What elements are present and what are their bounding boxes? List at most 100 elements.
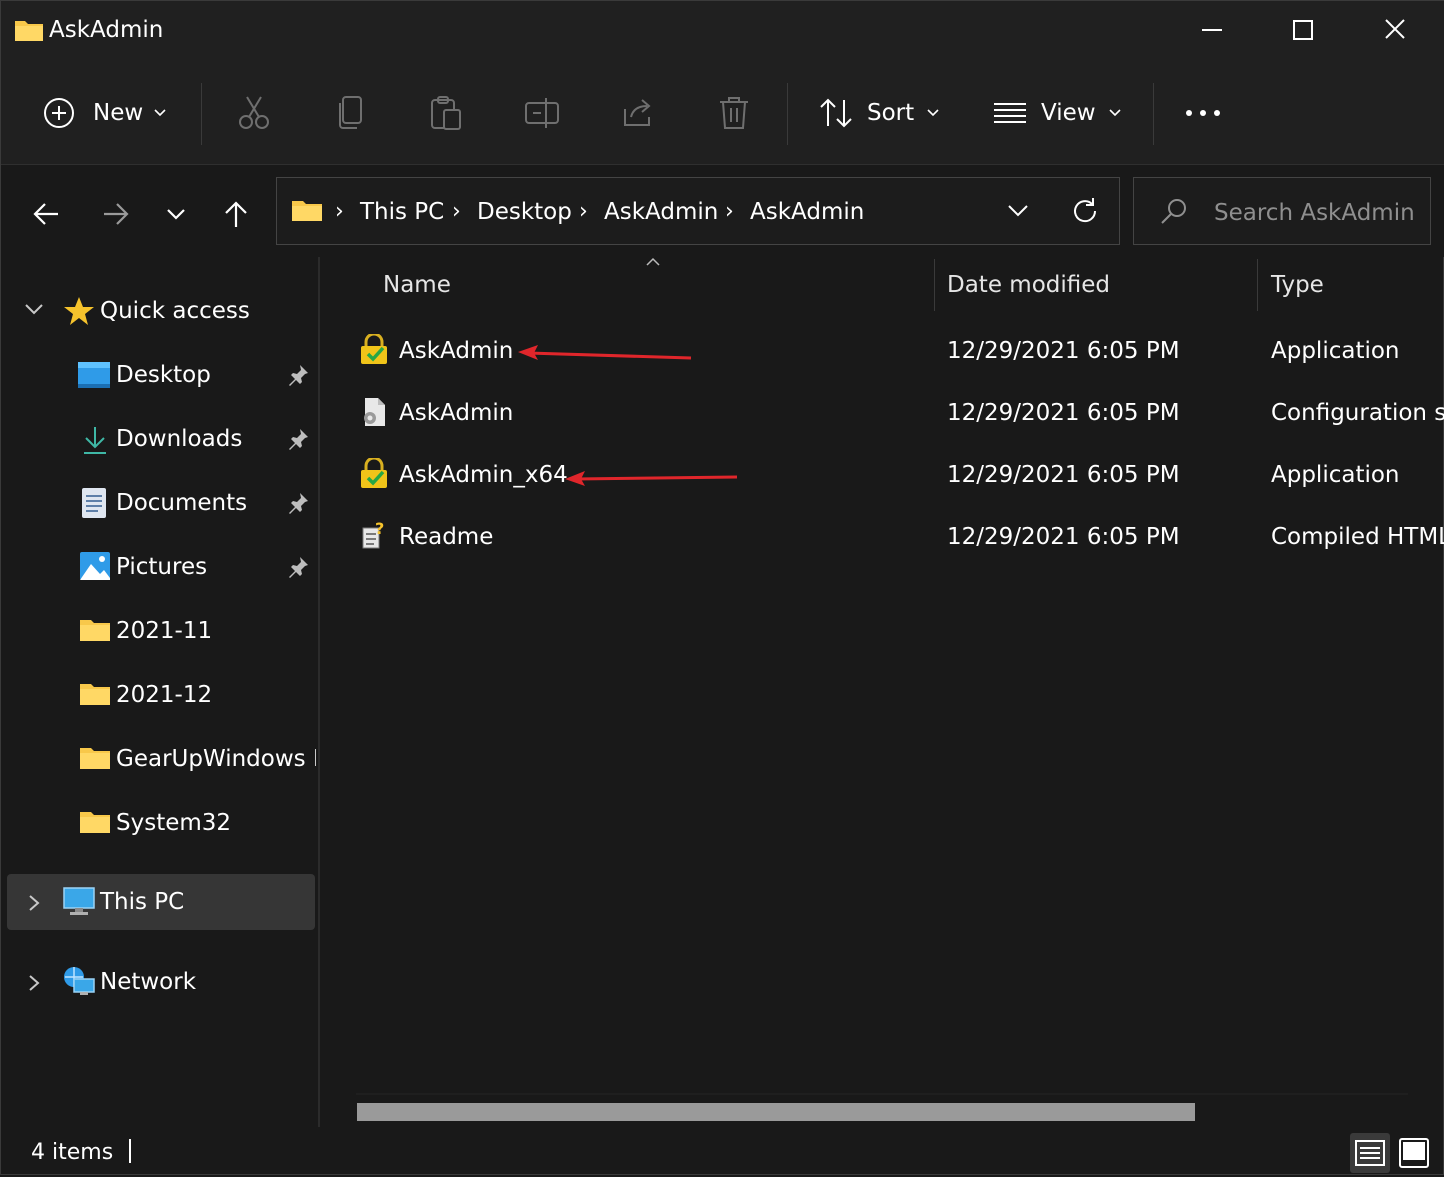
refresh-button[interactable] [1069,195,1103,227]
folder-icon [292,201,322,221]
svg-text:?: ? [375,520,384,538]
status-divider [129,1139,131,1163]
minimize-button[interactable] [1182,9,1242,53]
column-header-name[interactable]: Name [383,272,451,298]
expand-quick-access-button[interactable] [23,301,45,321]
breadcrumb-askadmin-current[interactable]: AskAdmin [750,199,864,225]
folder-icon [80,684,110,705]
pin-icon[interactable] [286,427,310,451]
close-icon [1385,19,1405,39]
command-bar: New Sort View [1,61,1444,165]
documents-icon [82,488,106,518]
nav-downloads[interactable]: Downloads [116,426,242,452]
search-icon [1161,199,1186,224]
chevron-right-icon[interactable] [25,973,43,993]
file-row[interactable]: AskAdmin 12/29/2021 6:05 PM Application [341,321,1444,381]
rename-icon [525,98,559,128]
paste-button[interactable] [429,95,463,131]
maximize-icon [1293,20,1313,40]
pin-icon[interactable] [286,363,310,387]
file-date: 12/29/2021 6:05 PM [947,400,1180,426]
folder-icon [80,748,110,769]
column-header-date-modified[interactable]: Date modified [947,272,1110,298]
back-button[interactable] [26,197,66,231]
chevron-down-icon [25,304,43,315]
large-icons-view-button[interactable] [1394,1133,1434,1173]
network-icon [64,967,95,995]
delete-button[interactable] [717,95,751,131]
folder-icon [80,812,110,833]
horizontal-scrollbar-thumb[interactable] [357,1103,1195,1121]
file-date: 12/29/2021 6:05 PM [947,524,1180,550]
address-dropdown-button[interactable] [1001,197,1035,225]
chevron-down-icon [1109,109,1121,117]
chevron-right-icon[interactable] [25,893,43,913]
file-type: Configuration se [1271,400,1444,426]
annotation-arrow [518,345,692,360]
breadcrumb-askadmin[interactable]: AskAdmin [604,199,718,225]
nav-folder-2021-11[interactable]: 2021-11 [116,618,212,644]
column-divider[interactable] [934,259,935,311]
pin-icon[interactable] [286,491,310,515]
horizontal-scrollbar-track[interactable] [356,1093,1408,1095]
chevron-right-icon: › [579,199,588,224]
cut-button[interactable] [237,95,271,131]
title-bar[interactable]: AskAdmin [1,1,1444,61]
computer-icon [63,887,95,915]
pin-icon[interactable] [286,555,310,579]
pane-divider[interactable] [318,257,320,1127]
nav-network[interactable]: Network [100,969,196,995]
window-title: AskAdmin [49,17,164,43]
column-divider[interactable] [1257,259,1258,311]
forward-button[interactable] [96,197,136,231]
share-button[interactable] [621,95,655,131]
file-row[interactable]: AskAdmin_x64 12/29/2021 6:05 PM Applicat… [341,445,1444,505]
star-icon [64,297,94,325]
file-name: AskAdmin [399,338,514,364]
paste-icon [431,96,461,130]
details-view-button[interactable] [1350,1133,1390,1173]
pictures-icon [80,552,110,580]
nav-documents[interactable]: Documents [116,490,247,516]
help-file-icon: ? [362,520,384,549]
desktop-icon [78,362,110,388]
preview-view-icon [1399,1138,1429,1168]
toolbar-divider [201,83,202,145]
share-icon [624,99,651,126]
close-button[interactable] [1365,9,1425,53]
nav-folder-gearupwindows[interactable]: GearUpWindows D [116,746,316,772]
search-input[interactable]: Search AskAdmin [1214,200,1415,226]
arrow-left-icon [33,203,58,225]
chevron-right-icon: › [335,199,344,224]
view-button[interactable]: View [993,97,1122,129]
sort-button[interactable]: Sort [819,97,940,129]
sort-icon [820,98,852,128]
nav-quick-access[interactable]: Quick access [100,298,250,324]
file-name: AskAdmin [399,400,514,426]
file-type: Application [1271,338,1400,364]
recent-locations-button[interactable] [156,197,196,231]
breadcrumb-desktop[interactable]: Desktop [477,199,572,225]
scissors-icon [239,96,269,129]
up-button[interactable] [216,197,256,231]
file-row[interactable]: ? Readme 12/29/2021 6:05 PM Compiled HTM… [341,507,1444,567]
rename-button[interactable] [524,95,560,131]
new-button[interactable]: New [43,97,167,129]
view-lines-icon [994,103,1026,123]
nav-desktop[interactable]: Desktop [116,362,211,388]
column-header-type[interactable]: Type [1271,272,1324,298]
maximize-button[interactable] [1273,9,1333,53]
breadcrumb-this-pc[interactable]: This PC [360,199,444,225]
arrow-up-icon [225,201,247,227]
file-list: AskAdmin 12/29/2021 6:05 PM Application … [341,321,1444,581]
file-row[interactable]: AskAdmin 12/29/2021 6:05 PM Configuratio… [341,383,1444,443]
copy-button[interactable] [335,95,367,131]
more-options-button[interactable] [1181,101,1225,125]
chevron-down-icon [154,109,166,117]
nav-this-pc[interactable]: This PC [100,889,184,915]
nav-folder-2021-12[interactable]: 2021-12 [116,682,212,708]
chevron-right-icon: › [725,199,734,224]
nav-folder-system32[interactable]: System32 [116,810,231,836]
nav-pictures[interactable]: Pictures [116,554,207,580]
file-type: Application [1271,462,1400,488]
